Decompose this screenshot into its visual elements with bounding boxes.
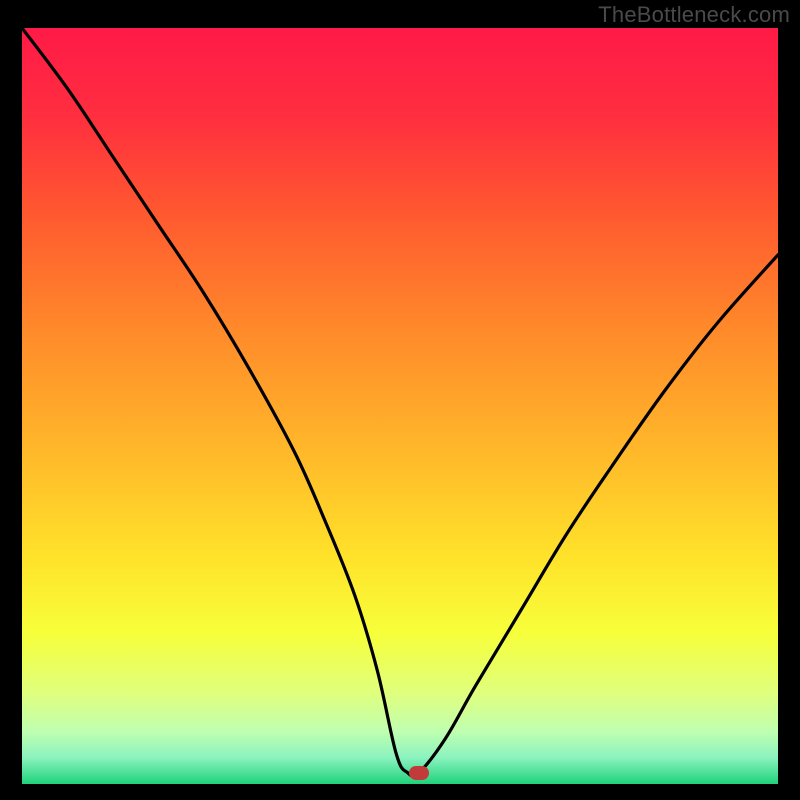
plot-area xyxy=(22,28,778,784)
watermark-text: TheBottleneck.com xyxy=(598,2,790,28)
gradient-background xyxy=(22,28,778,784)
plot-svg xyxy=(22,28,778,784)
optimum-marker xyxy=(409,766,429,780)
chart-frame: TheBottleneck.com xyxy=(0,0,800,800)
